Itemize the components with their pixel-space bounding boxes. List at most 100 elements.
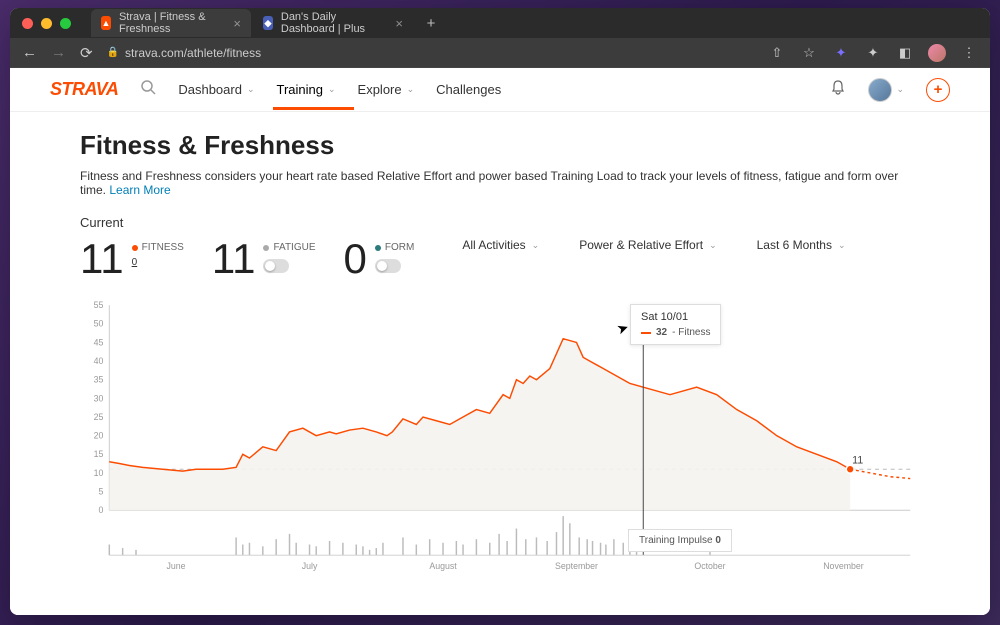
chevron-down-icon: ⌄ [247, 84, 255, 95]
svg-text:30: 30 [94, 393, 104, 403]
svg-text:15: 15 [94, 449, 104, 459]
address-bar-row: ← → ⟳ 🔒 strava.com/athlete/fitness ⇧ ☆ ✦… [10, 38, 990, 68]
fitness-delta-link[interactable]: 0 [132, 257, 184, 268]
svg-text:35: 35 [94, 375, 104, 385]
zoom-window-button[interactable] [60, 18, 71, 29]
strava-topnav: STRAVA Dashboard⌄ Training⌄ Explore⌄ Cha… [10, 68, 990, 112]
nav-challenges[interactable]: Challenges [436, 82, 501, 97]
browser-tab-dashboard[interactable]: ◆ Dan's Daily Dashboard | Plus × [253, 9, 413, 37]
filter-row: All Activities⌄ Power & Relative Effort⌄… [462, 238, 845, 252]
chevron-down-icon: ⌄ [838, 240, 846, 251]
svg-text:October: October [694, 561, 725, 571]
svg-text:45: 45 [94, 337, 104, 347]
strava-favicon-icon: ▲ [101, 16, 111, 30]
strava-logo[interactable]: STRAVA [50, 79, 118, 100]
fatigue-label: FATIGUE [263, 242, 315, 253]
forward-button[interactable]: → [51, 44, 66, 61]
form-label: FORM [375, 242, 414, 253]
lock-icon: 🔒 [107, 47, 119, 58]
user-menu[interactable]: ⌄ [868, 78, 904, 102]
svg-text:July: July [302, 561, 318, 571]
filter-range[interactable]: Last 6 Months⌄ [757, 238, 846, 252]
form-dot-icon [375, 245, 381, 251]
address-bar[interactable]: 🔒 strava.com/athlete/fitness [107, 46, 754, 60]
chevron-down-icon: ⌄ [709, 240, 717, 251]
share-icon[interactable]: ⇧ [768, 44, 786, 62]
nav-explore[interactable]: Explore⌄ [358, 82, 415, 97]
tab-label: Dan's Daily Dashboard | Plus [281, 11, 382, 35]
back-button[interactable]: ← [22, 44, 37, 61]
tab-strip: ▲ Strava | Fitness & Freshness × ◆ Dan's… [91, 9, 443, 37]
svg-text:0: 0 [99, 505, 104, 515]
profile-avatar-icon[interactable] [928, 44, 946, 62]
close-tab-icon[interactable]: × [233, 16, 241, 31]
page-subtitle: Fitness and Freshness considers your hea… [80, 169, 920, 197]
search-icon[interactable] [140, 79, 156, 100]
fitness-chart[interactable]: 051015202530354045505511JuneJulyAugustSe… [80, 292, 920, 582]
nav-dashboard[interactable]: Dashboard⌄ [178, 82, 254, 97]
notifications-icon[interactable] [830, 79, 846, 100]
bookmark-icon[interactable]: ☆ [800, 44, 818, 62]
tooltip-date: Sat 10/01 [641, 311, 710, 323]
toolbar-right: ⇧ ☆ ✦ ✦ ◧ ⋮ [768, 44, 978, 62]
chart-tooltip: Sat 10/01 32 - Fitness [630, 304, 721, 345]
add-activity-button[interactable]: + [926, 78, 950, 102]
svg-text:10: 10 [94, 468, 104, 478]
svg-text:25: 25 [94, 412, 104, 422]
tooltip-swatch-icon [641, 332, 651, 334]
fatigue-dot-icon [263, 245, 269, 251]
form-toggle[interactable] [375, 259, 401, 273]
impulse-tooltip: Training Impulse 0 [628, 529, 732, 552]
page-title: Fitness & Freshness [80, 130, 920, 161]
fitness-value: 11 [80, 238, 124, 280]
chevron-down-icon: ⌄ [407, 84, 415, 95]
metric-form: 0 FORM [344, 238, 415, 280]
metric-fatigue: 11 FATIGUE [212, 238, 316, 280]
svg-text:September: September [555, 561, 598, 571]
close-tab-icon[interactable]: × [395, 16, 403, 31]
extensions-icon[interactable]: ✦ [864, 44, 882, 62]
menu-icon[interactable]: ⋮ [960, 44, 978, 62]
page-body: Fitness & Freshness Fitness and Freshnes… [10, 112, 990, 597]
learn-more-link[interactable]: Learn More [109, 183, 170, 197]
svg-text:55: 55 [94, 300, 104, 310]
browser-window: ▲ Strava | Fitness & Freshness × ◆ Dan's… [10, 8, 990, 615]
extension-icon[interactable]: ✦ [832, 44, 850, 62]
filter-metric[interactable]: Power & Relative Effort⌄ [579, 238, 716, 252]
chevron-down-icon: ⌄ [328, 84, 336, 95]
svg-text:50: 50 [94, 319, 104, 329]
svg-text:June: June [167, 561, 186, 571]
panel-icon[interactable]: ◧ [896, 44, 914, 62]
titlebar: ▲ Strava | Fitness & Freshness × ◆ Dan's… [10, 8, 990, 38]
impulse-value: 0 [715, 535, 721, 546]
traffic-lights [22, 18, 71, 29]
browser-tab-strava[interactable]: ▲ Strava | Fitness & Freshness × [91, 9, 251, 37]
fitness-label: FITNESS [132, 242, 184, 253]
user-avatar-icon [868, 78, 892, 102]
minimize-window-button[interactable] [41, 18, 52, 29]
metrics-row: 11 FITNESS 0 11 FATIGUE 0 FO [80, 238, 920, 280]
url-text: strava.com/athlete/fitness [125, 46, 261, 60]
impulse-label: Training Impulse [639, 535, 713, 546]
fitness-dot-icon [132, 245, 138, 251]
chart-container: 051015202530354045505511JuneJulyAugustSe… [80, 292, 920, 587]
svg-text:August: August [429, 561, 457, 571]
svg-text:20: 20 [94, 431, 104, 441]
svg-text:5: 5 [99, 487, 104, 497]
chevron-down-icon: ⌄ [896, 84, 904, 95]
tab-label: Strava | Fitness & Freshness [119, 11, 219, 35]
filter-activities[interactable]: All Activities⌄ [462, 238, 539, 252]
new-tab-button[interactable]: + [419, 11, 443, 35]
reload-button[interactable]: ⟳ [80, 44, 93, 62]
nav-training[interactable]: Training⌄ [277, 82, 336, 97]
tooltip-value: 32 [656, 327, 667, 338]
svg-text:11: 11 [852, 454, 863, 466]
fatigue-toggle[interactable] [263, 259, 289, 273]
page-content: STRAVA Dashboard⌄ Training⌄ Explore⌄ Cha… [10, 68, 990, 615]
close-window-button[interactable] [22, 18, 33, 29]
form-value: 0 [344, 238, 367, 280]
tooltip-series: - Fitness [672, 327, 710, 338]
metric-fitness: 11 FITNESS 0 [80, 238, 184, 280]
plus-favicon-icon: ◆ [263, 16, 273, 30]
chevron-down-icon: ⌄ [532, 240, 540, 251]
